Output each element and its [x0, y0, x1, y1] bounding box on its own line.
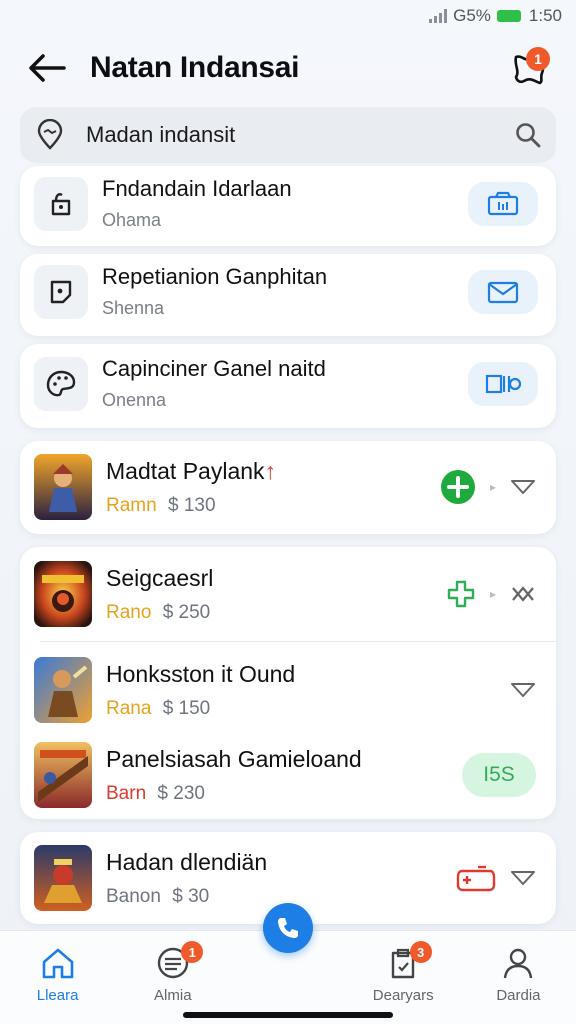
tab-orders[interactable]: 3 Dearyars [346, 931, 461, 1024]
game-label: Banon [106, 885, 161, 907]
game-row[interactable]: Honksston it Ound Rana $ 150 [20, 657, 556, 723]
battery-icon [496, 10, 521, 22]
game-label: Rana [106, 697, 152, 719]
camera-icon [487, 191, 519, 215]
home-indicator [183, 1012, 393, 1018]
game-thumbnail [34, 454, 92, 520]
list-item[interactable]: Fndandain Idarlaan Ohama [20, 166, 556, 246]
square-pin-icon [34, 264, 88, 319]
list-item-title: Repetianion Ganphitan [102, 264, 328, 289]
list-item-title: Fndandain Idarlaan [102, 176, 292, 201]
list-item-subtitle: Ohama [102, 210, 162, 230]
media-button[interactable] [468, 361, 538, 406]
tab-badge: 3 [409, 941, 432, 963]
mail-button[interactable] [468, 269, 538, 314]
game-label: Ramn [106, 494, 157, 516]
game-label: Rano [106, 601, 152, 623]
tab-label: Almia [154, 987, 192, 1004]
game-card[interactable]: Madtat Paylank↑ Ramn $ 130 ▸ [20, 441, 556, 534]
arrow-left-icon [29, 54, 66, 82]
tab-home[interactable]: Lleara [0, 931, 115, 1024]
small-arrow-icon: ▸ [489, 480, 496, 494]
page-title: Natan Indansai [90, 51, 300, 84]
game-thumbnail [34, 845, 92, 911]
game-group-card: Seigcaesrl Rano $ 250 ▸ Honksston it Oun… [20, 547, 556, 819]
tab-profile[interactable]: Dardia [461, 931, 576, 1024]
home-icon [42, 948, 73, 979]
bottom-tab-bar: Lleara 1 Almia 3 Dearyars Dardia [0, 903, 576, 1024]
game-thumbnail [34, 657, 92, 723]
tab-label: Dardia [496, 987, 541, 1004]
notification-badge: 1 [526, 47, 550, 71]
game-title: Panelsiasah Gamieloand [106, 745, 362, 772]
search-bar[interactable]: Madan indansit [20, 107, 556, 163]
search-icon[interactable] [514, 121, 542, 149]
back-button[interactable] [24, 45, 70, 91]
small-arrow-icon: ▸ [489, 587, 496, 601]
call-button[interactable] [263, 903, 313, 953]
game-title: Seigcaesrl [106, 564, 214, 591]
tab-call[interactable] [230, 903, 345, 1024]
tab-badge: 1 [181, 941, 204, 963]
status-bar: G5% 1:50 [0, 0, 576, 32]
tab-coins[interactable]: 1 Almia [115, 931, 230, 1024]
lock-icon [34, 176, 88, 231]
clock: 1:50 [528, 6, 562, 25]
palette-icon [34, 356, 88, 411]
list-item-title: Capinciner Ganel naitd [102, 356, 326, 381]
game-row[interactable]: Seigcaesrl Rano $ 250 ▸ [20, 561, 556, 627]
app-header: Natan Indansai 1 [0, 40, 576, 96]
game-price: $ 30 [172, 885, 210, 907]
media-icon [485, 374, 522, 393]
trending-up-mark: ↑ [264, 457, 277, 484]
add-button[interactable] [440, 469, 476, 505]
notifications-button[interactable]: 1 [506, 45, 552, 91]
price-button[interactable]: I5S [462, 753, 536, 797]
location-pin-icon [37, 119, 63, 150]
chevron-down-icon[interactable] [510, 682, 536, 698]
phone-icon [278, 918, 298, 938]
game-price: $ 230 [157, 782, 205, 804]
game-row[interactable]: Panelsiasah Gamieloand Barn $ 230 I5S [20, 742, 556, 808]
game-label: Barn [106, 782, 147, 804]
game-price: $ 150 [162, 697, 211, 719]
add-button[interactable] [446, 579, 476, 609]
list-item-subtitle: Onenna [102, 390, 167, 410]
mail-icon [487, 281, 519, 303]
divider [40, 641, 556, 642]
list-item[interactable]: Repetianion Ganphitan Shenna [20, 254, 556, 336]
gamepad-icon[interactable] [456, 863, 496, 893]
chevron-down-icon[interactable] [510, 479, 536, 495]
game-thumbnail [34, 742, 92, 808]
list-item-subtitle: Shenna [102, 298, 165, 318]
game-thumbnail [34, 561, 92, 627]
game-price: $ 250 [162, 601, 211, 623]
camera-button[interactable] [468, 181, 538, 226]
search-input[interactable]: Madan indansit [86, 122, 514, 148]
signal-icon [429, 9, 448, 23]
chevron-down-icon[interactable] [510, 870, 536, 886]
game-price: $ 130 [167, 494, 216, 516]
tab-label: Dearyars [372, 987, 434, 1004]
network-indicator: G5% [453, 6, 491, 25]
game-title: Hadan dlendiän [106, 848, 268, 875]
list-item[interactable]: Capinciner Ganel naitd Onenna [20, 344, 556, 428]
game-title: Honksston it Ound [106, 660, 296, 687]
user-icon [504, 948, 533, 979]
tab-label: Lleara [36, 987, 79, 1004]
link-icon[interactable] [510, 585, 536, 603]
game-title: Madtat Paylank [106, 457, 265, 484]
